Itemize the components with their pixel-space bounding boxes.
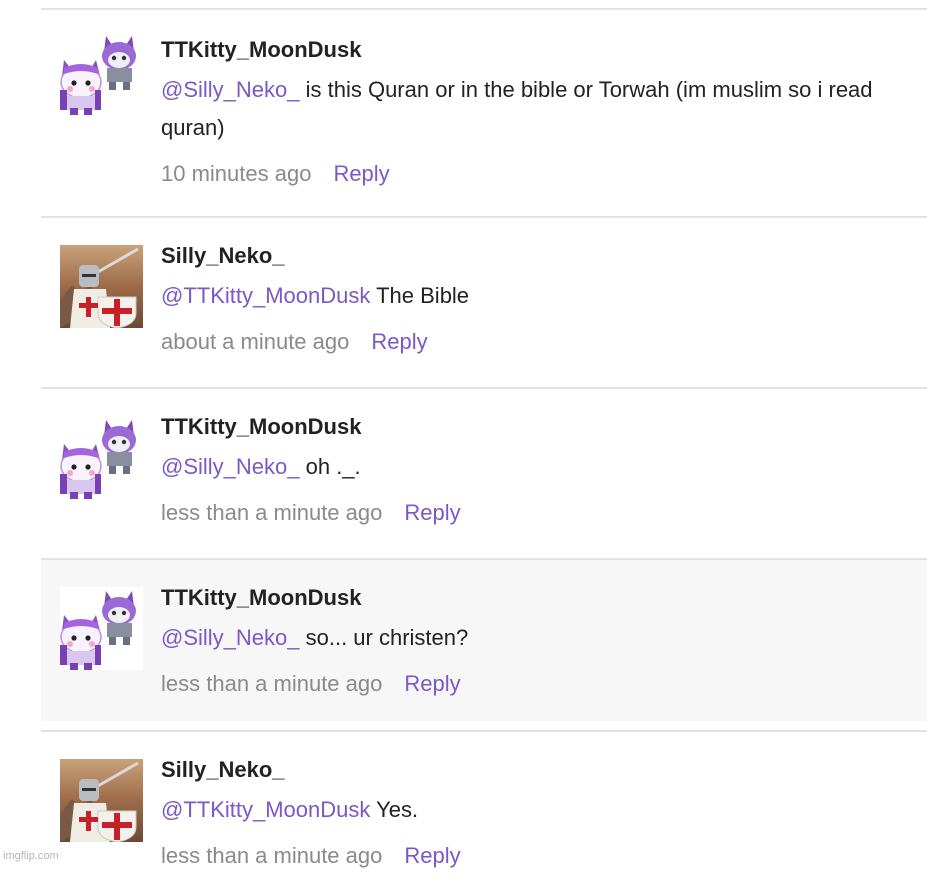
comment-highlighted: TTKitty_MoonDusk @Silly_Neko_ so... ur c… — [41, 560, 927, 721]
comment-meta: less than a minute ago Reply — [161, 843, 907, 869]
comment-meta: less than a minute ago Reply — [161, 500, 907, 526]
comment-timestamp: about a minute ago — [161, 329, 350, 354]
comment-timestamp: less than a minute ago — [161, 500, 383, 525]
comment-author[interactable]: TTKitty_MoonDusk — [161, 414, 907, 442]
comment-body: Silly_Neko_ @TTKitty_MoonDusk Yes. less … — [161, 757, 907, 869]
comment: TTKitty_MoonDusk @Silly_Neko_ oh ._. les… — [41, 389, 927, 558]
comment-message: Yes. — [370, 797, 419, 822]
mention-link[interactable]: @TTKitty_MoonDusk — [161, 283, 370, 308]
comment-body: TTKitty_MoonDusk @Silly_Neko_ so... ur c… — [161, 585, 907, 697]
comment-meta: 10 minutes ago Reply — [161, 161, 907, 187]
comment-meta: about a minute ago Reply — [161, 329, 907, 355]
crusader-knight-avatar-icon[interactable] — [60, 759, 143, 842]
comment-thread: TTKitty_MoonDusk @Silly_Neko_ is this Qu… — [41, 8, 927, 892]
comment-timestamp: less than a minute ago — [161, 843, 383, 868]
reply-button[interactable]: Reply — [404, 843, 460, 868]
crusader-knight-avatar-icon[interactable] — [60, 245, 143, 328]
watermark: imgflip.com — [3, 850, 59, 862]
comment-message: so... ur christen? — [299, 625, 469, 650]
comment-text: @Silly_Neko_ is this Quran or in the bib… — [161, 71, 907, 147]
reply-button[interactable]: Reply — [404, 500, 460, 525]
comment-meta: less than a minute ago Reply — [161, 671, 907, 697]
comment-author[interactable]: Silly_Neko_ — [161, 757, 907, 785]
comment-body: TTKitty_MoonDusk @Silly_Neko_ is this Qu… — [161, 37, 907, 187]
comment-body: TTKitty_MoonDusk @Silly_Neko_ oh ._. les… — [161, 414, 907, 526]
comment: Silly_Neko_ @TTKitty_MoonDusk Yes. less … — [41, 732, 927, 892]
reply-button[interactable]: Reply — [333, 161, 389, 186]
mention-link[interactable]: @Silly_Neko_ — [161, 625, 300, 650]
mention-link[interactable]: @Silly_Neko_ — [161, 77, 300, 102]
comment-message: The Bible — [370, 283, 470, 308]
spacer — [41, 721, 927, 730]
comment-timestamp: 10 minutes ago — [161, 161, 312, 186]
comment-body: Silly_Neko_ @TTKitty_MoonDusk The Bible … — [161, 243, 907, 355]
kitty-avatar-icon[interactable] — [60, 32, 143, 115]
comment-author[interactable]: TTKitty_MoonDusk — [161, 37, 907, 65]
reply-button[interactable]: Reply — [371, 329, 427, 354]
comment-author[interactable]: TTKitty_MoonDusk — [161, 585, 907, 613]
mention-link[interactable]: @TTKitty_MoonDusk — [161, 797, 370, 822]
comment-text: @Silly_Neko_ oh ._. — [161, 448, 907, 486]
comment-text: @TTKitty_MoonDusk Yes. — [161, 791, 907, 829]
kitty-avatar-icon[interactable] — [60, 416, 143, 499]
kitty-avatar-icon[interactable] — [60, 587, 143, 670]
mention-link[interactable]: @Silly_Neko_ — [161, 454, 300, 479]
comment-message: oh ._. — [299, 454, 361, 479]
comment-timestamp: less than a minute ago — [161, 671, 383, 696]
comment-text: @Silly_Neko_ so... ur christen? — [161, 619, 907, 657]
comment: TTKitty_MoonDusk @Silly_Neko_ is this Qu… — [41, 10, 927, 216]
comment-author[interactable]: Silly_Neko_ — [161, 243, 907, 271]
reply-button[interactable]: Reply — [404, 671, 460, 696]
comment: Silly_Neko_ @TTKitty_MoonDusk The Bible … — [41, 218, 927, 387]
comment-text: @TTKitty_MoonDusk The Bible — [161, 277, 907, 315]
